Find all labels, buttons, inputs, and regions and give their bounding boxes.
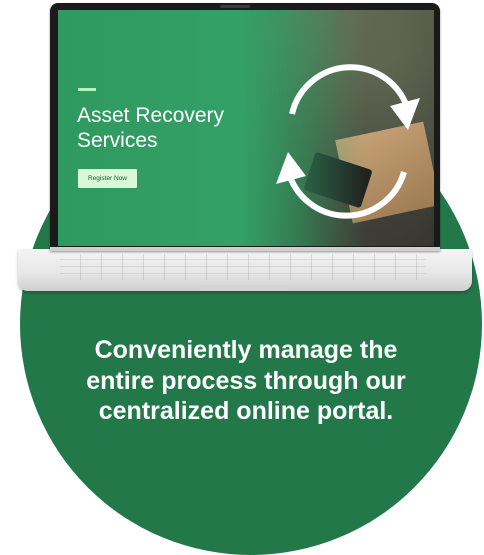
page-title: Asset Recovery Services (77, 104, 225, 152)
recycle-arrows-icon (276, 64, 420, 219)
laptop-lip (200, 285, 290, 290)
caption-text: Conveniently manage the entire process t… (86, 336, 406, 425)
register-now-button[interactable]: Register Now (78, 169, 137, 188)
title-accent-bar (78, 88, 96, 91)
laptop-hinge (50, 247, 440, 251)
laptop-camera (220, 5, 250, 8)
laptop-keyboard (60, 254, 426, 280)
